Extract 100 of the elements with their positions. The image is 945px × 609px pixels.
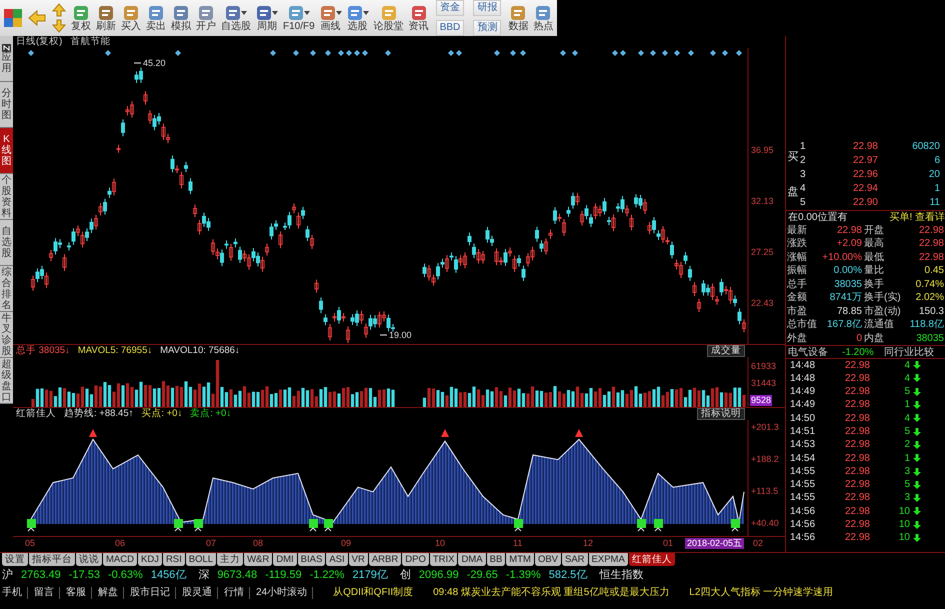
caret-icon	[272, 10, 278, 14]
quote-value: 0.45	[924, 264, 944, 278]
toolbar-button[interactable]: 卖出	[144, 1, 168, 35]
indicator-tab[interactable]: MTM	[506, 553, 534, 566]
toolbar-button[interactable]: 论股堂	[372, 1, 406, 35]
toolbar-button[interactable]: 研报	[473, 0, 502, 16]
indicator-help-button[interactable]: 指标说明	[697, 408, 745, 420]
detail-link[interactable]: 买单! 查看详	[889, 211, 945, 224]
toolbar-button[interactable]: 热点	[531, 1, 556, 35]
toolbar-button[interactable]: 数据	[506, 1, 530, 35]
toolbar-button[interactable]: 模拟	[169, 1, 193, 35]
sidebar-tab[interactable]: 综合排名	[0, 266, 13, 312]
indicator-tab[interactable]: 指标平台	[29, 553, 75, 566]
order-volume: 60820	[911, 140, 940, 154]
footer-link[interactable]: 留言	[34, 587, 60, 599]
toolbar-button[interactable]: 资金	[436, 0, 464, 16]
quote-label: 外盘	[787, 332, 808, 345]
toolbar-button[interactable]: 预测	[473, 20, 502, 36]
indicator-tab[interactable]: 说说	[76, 553, 102, 566]
tick-time: 14:53	[790, 438, 816, 452]
indicator-tab[interactable]: EXPMA	[588, 553, 628, 566]
indicator-tab[interactable]: OBV	[534, 553, 561, 566]
tick-time: 14:56	[790, 504, 816, 518]
sidebar-tab[interactable]: 应用	[0, 36, 13, 82]
sidebar-tab[interactable]: K线图	[0, 128, 13, 174]
news-link[interactable]: 从QDII和QFII制度	[333, 587, 414, 599]
news-link[interactable]: L2四大人气指标 一分钟速学速用	[689, 587, 834, 599]
footer-link[interactable]: 客服	[66, 587, 92, 599]
indicator-tab[interactable]: ARBR	[368, 553, 402, 566]
toolbar-button[interactable]: 复权	[69, 1, 93, 35]
index-price: 2096.99	[418, 569, 459, 583]
indicator-tab[interactable]: RSI	[162, 553, 185, 566]
footer-link[interactable]: 股市日记	[130, 587, 176, 599]
indicator-tab[interactable]: VR	[348, 553, 368, 566]
indicator-tab[interactable]: 红箭佳人	[628, 553, 675, 566]
toolbar-button[interactable]: F10/F9	[281, 1, 317, 35]
indicator-tab[interactable]: TRIX	[430, 553, 458, 566]
sidebar-tab[interactable]: 牛叉诊股	[0, 312, 13, 358]
indicator-tab[interactable]: SAR	[562, 553, 588, 566]
tile-icon	[148, 4, 164, 20]
quote-label: 换手	[863, 278, 885, 291]
tick-time: 14:50	[790, 412, 816, 425]
news-link[interactable]: 09:48 煤炭业去产能不容乐观 重组5亿吨或是最大压力	[433, 587, 670, 599]
tick-price: 22.98	[844, 412, 870, 425]
logo-icon[interactable]	[2, 7, 24, 29]
indicator-tab[interactable]: 主力	[217, 553, 244, 566]
caret-icon	[304, 10, 310, 14]
footer-link[interactable]: 股灵通	[182, 587, 218, 599]
sidebar-tab[interactable]: 自选股	[0, 220, 13, 266]
toolbar-button[interactable]: 选股	[344, 1, 371, 35]
sidebar-tab[interactable]: 个股资料	[0, 174, 13, 220]
toolbar-button[interactable]: 资讯	[406, 1, 431, 35]
tick-volume: 3	[903, 464, 910, 478]
toolbar-button[interactable]: 开户	[194, 1, 218, 35]
toolbar-button[interactable]: BBD	[436, 20, 464, 36]
indicator-tab[interactable]: DMI	[273, 553, 297, 566]
tick-price: 22.98	[844, 478, 870, 492]
indicator-tab[interactable]: ASI	[326, 553, 348, 566]
arrow-up-icon	[52, 3, 66, 17]
tile-icon	[288, 4, 304, 20]
indicator-tab[interactable]: MACD	[103, 553, 137, 566]
tick-price: 22.98	[844, 358, 870, 372]
ma10-label: MAVOL10: 75686↓	[160, 345, 240, 357]
indicator-tab[interactable]: BIAS	[298, 553, 326, 566]
arrow-left-icon	[27, 9, 47, 27]
toolbar-button[interactable]: 刷新	[94, 1, 118, 35]
indicator-tab[interactable]: DPO	[402, 553, 429, 566]
tick-time: 14:48	[790, 358, 816, 372]
sidebar-tab[interactable]: 分时图	[0, 82, 13, 128]
indicator-tab[interactable]: W&R	[244, 553, 272, 566]
page-down-button[interactable]	[50, 18, 68, 34]
sidebar-tab[interactable]: 超级盘口	[0, 358, 13, 404]
indicator-tab[interactable]: DMA	[458, 553, 486, 566]
indicator-tab[interactable]: BB	[486, 553, 506, 566]
indicator-tab[interactable]: BOLL	[186, 553, 216, 566]
tick-volume: 10	[898, 518, 910, 532]
footer-link[interactable]: 24小时滚动	[256, 587, 314, 599]
quote-label: 最新	[787, 224, 808, 237]
toolbar-button[interactable]: 画线	[318, 1, 344, 35]
footer-link[interactable]: 手机	[2, 587, 28, 599]
axis-label: 36.95	[750, 145, 775, 156]
quote-label: 量比	[863, 264, 885, 278]
toolbar-button[interactable]: 自选股	[219, 1, 253, 35]
stock-name: 首航节能	[70, 36, 110, 48]
toolbar-button[interactable]: 周期	[254, 1, 280, 35]
tick-volume: 10	[898, 531, 910, 545]
quote-label: 最低	[863, 250, 885, 264]
tick-volume: 4	[903, 358, 910, 372]
quote-label: 涨跌	[787, 237, 808, 250]
volume-dropdown[interactable]: 成交量	[707, 345, 745, 357]
quote-value: 2.02%	[914, 291, 944, 304]
indicator-tab[interactable]: KDJ	[138, 553, 162, 566]
page-up-button[interactable]	[50, 2, 68, 18]
toolbar-button[interactable]: 买入	[119, 1, 143, 35]
market-name: 恒生指数	[599, 569, 644, 583]
footer-link[interactable]: 解盘	[98, 587, 124, 599]
footer-link[interactable]: 行情	[224, 587, 250, 599]
compare-link[interactable]: 同行业比较	[884, 346, 934, 358]
indicator-tab[interactable]: 设置	[2, 553, 28, 566]
tick-volume: 4	[903, 412, 910, 425]
